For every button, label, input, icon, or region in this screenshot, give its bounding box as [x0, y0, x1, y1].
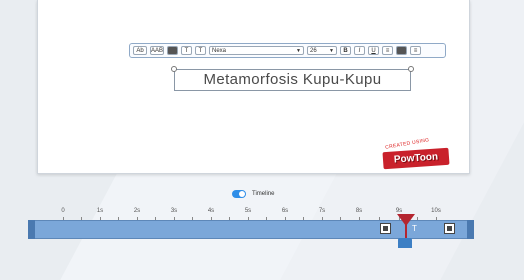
tick-label: 5s — [244, 208, 252, 214]
timeline-label: Timeline — [252, 191, 275, 197]
pointer-cursor-icon — [398, 238, 412, 248]
align-center-icon[interactable] — [396, 46, 407, 55]
text-toolbar: Ab AAB T T Nexa ▼ 26 ▼ B I U ≡ ≡ — [129, 43, 446, 58]
italic-button[interactable]: I — [354, 46, 365, 55]
underline-button[interactable]: U — [368, 46, 379, 55]
color-icon[interactable] — [167, 46, 178, 55]
slide-text[interactable]: Metamorfosis Kupu-Kupu — [174, 69, 411, 91]
text-style-button[interactable]: Ab — [133, 46, 147, 55]
tick-label: 2s — [133, 208, 141, 214]
timeline-toggle-row: Timeline — [232, 190, 274, 198]
font-value: Nexa — [212, 48, 227, 54]
tick-label: 1s — [96, 208, 104, 214]
text-size-up-button[interactable]: T — [181, 46, 192, 55]
playhead-handle[interactable] — [397, 214, 415, 226]
font-select[interactable]: Nexa ▼ — [209, 46, 304, 55]
text-size-down-button[interactable]: T — [195, 46, 206, 55]
tick-label: 4s — [207, 208, 215, 214]
tick-label: 0 — [61, 208, 65, 214]
font-size-value: 26 — [310, 48, 317, 54]
timeline-end-handle[interactable] — [467, 220, 474, 239]
align-left-icon[interactable]: ≡ — [382, 46, 393, 55]
tick-label: 6s — [281, 208, 289, 214]
tick-label: 8s — [355, 208, 363, 214]
tick-label: 10s — [431, 208, 441, 214]
logo-wordmark: PowToon — [382, 147, 450, 170]
resize-handle[interactable] — [171, 66, 177, 72]
bold-button[interactable]: B — [340, 46, 351, 55]
timeline-start-handle[interactable] — [28, 220, 35, 239]
tick-label: 3s — [170, 208, 178, 214]
tick-label: 7s — [318, 208, 326, 214]
resize-handle[interactable] — [408, 66, 414, 72]
element-in-marker[interactable] — [380, 223, 391, 234]
font-size-select[interactable]: 26 ▼ — [307, 46, 337, 55]
element-out-marker[interactable] — [444, 223, 455, 234]
align-right-icon[interactable]: ≡ — [410, 46, 421, 55]
chevron-down-icon: ▼ — [296, 48, 301, 54]
text-effect-button[interactable]: AAB — [150, 46, 164, 55]
timeline-toggle[interactable] — [232, 190, 246, 198]
chevron-down-icon: ▼ — [329, 48, 334, 54]
powtoon-logo: CREATED USING PowToon — [377, 137, 453, 175]
